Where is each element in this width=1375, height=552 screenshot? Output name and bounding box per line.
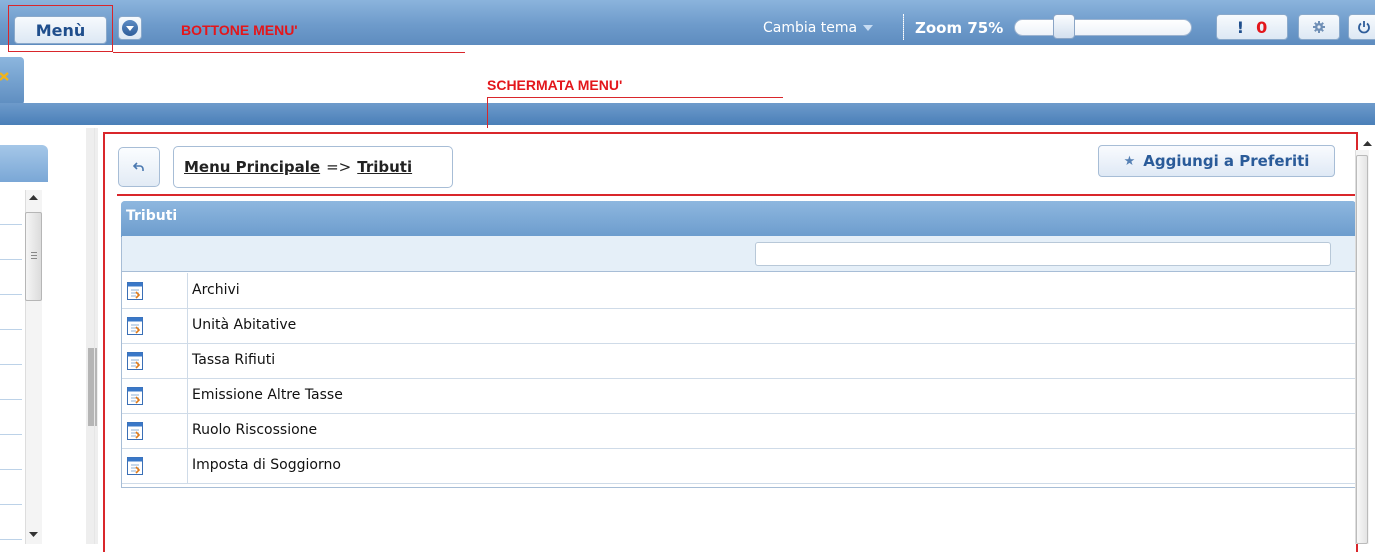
dropdown-circle-icon [122,20,138,36]
table-row[interactable]: Emissione Altre Tasse [122,378,1355,414]
table-row[interactable]: Imposta di Soggiorno [122,448,1355,484]
scroll-down-icon[interactable] [28,531,39,539]
section-header-band [0,103,1375,125]
splitter-handle[interactable] [88,348,97,426]
list-row-divider [0,259,22,260]
annotation-label-menu-screen: SCHERMATA MENU' [487,77,623,93]
star-icon: ★ [1123,153,1136,169]
row-icon-cell [122,308,188,343]
panel-border [94,128,95,544]
toolbar-divider [903,14,904,40]
row-icon-cell [122,378,188,413]
annotation-line [487,97,783,98]
table-row[interactable]: Archivi [122,273,1355,309]
grid-title: Tributi [121,201,1356,237]
document-icon [127,387,143,405]
zoom-label: Zoom 75% [915,19,1004,37]
document-icon [127,317,143,335]
list-row-divider [0,469,22,470]
row-label: Unità Abitative [192,317,297,333]
panel-splitter[interactable] [86,128,98,544]
annotation-line [117,194,1358,196]
alert-icon: ! [1236,17,1245,37]
row-label: Imposta di Soggiorno [192,457,341,473]
row-label: Tassa Rifiuti [192,352,276,368]
back-arrow-icon [133,162,144,171]
menu-button-annotation-box [8,5,113,52]
collapsed-tab[interactable] [0,57,24,105]
logout-button[interactable] [1348,14,1375,40]
gear-icon [1313,21,1325,33]
document-icon [127,282,143,300]
list-row-divider [0,364,22,365]
dropdown-button[interactable] [118,16,142,40]
zoom-slider-track[interactable] [1014,19,1192,36]
add-to-favorites-label: Aggiungi a Preferiti [1143,152,1310,170]
annotation-label-button-menu: BOTTONE MENU' [181,22,298,38]
list-row-divider [0,224,22,225]
breadcrumb: Menu Principale => Tributi [173,146,453,188]
row-label: Ruolo Riscossione [192,422,318,438]
settings-button[interactable] [1298,14,1340,40]
chevron-down-icon [863,25,874,31]
left-panel-header [0,145,48,182]
row-icon-cell [122,273,188,308]
grid-filter-input[interactable] [755,242,1331,266]
alerts-button[interactable]: ! 0 [1216,14,1288,40]
back-button[interactable] [118,147,160,187]
right-scrollbar-thumb[interactable] [1356,155,1368,544]
document-icon [127,352,143,370]
breadcrumb-separator: => [326,158,352,176]
row-icon-cell [122,448,188,483]
table-row[interactable]: Ruolo Riscossione [122,413,1355,449]
list-row-divider [0,504,22,505]
document-icon [127,457,143,475]
row-icon-cell [122,343,188,378]
table-row[interactable]: Unità Abitative [122,308,1355,344]
alert-count: 0 [1256,17,1268,37]
list-row-divider [0,329,22,330]
row-label: Emissione Altre Tasse [192,387,343,403]
list-row-divider [0,294,22,295]
scroll-up-icon[interactable] [28,193,39,201]
breadcrumb-link-root[interactable]: Menu Principale [184,158,320,176]
left-scrollbar-thumb[interactable] [25,212,42,301]
zoom-slider-thumb[interactable] [1053,14,1075,39]
scroll-up-icon[interactable] [1363,140,1372,147]
theme-label: Cambia tema [763,20,858,36]
document-icon [127,422,143,440]
annotation-line [113,52,465,53]
add-to-favorites-button[interactable]: ★ Aggiungi a Preferiti [1098,145,1335,177]
row-label: Archivi [192,282,240,298]
list-row-divider [0,399,22,400]
power-icon [1358,21,1370,34]
row-icon-cell [122,413,188,448]
theme-switcher[interactable]: Cambia tema [763,20,874,36]
breadcrumb-link-current[interactable]: Tributi [357,158,412,176]
list-row-divider [0,539,22,540]
close-icon[interactable] [0,72,9,81]
list-row-divider [0,434,22,435]
left-panel [0,128,88,544]
table-row[interactable]: Tassa Rifiuti [122,343,1355,379]
